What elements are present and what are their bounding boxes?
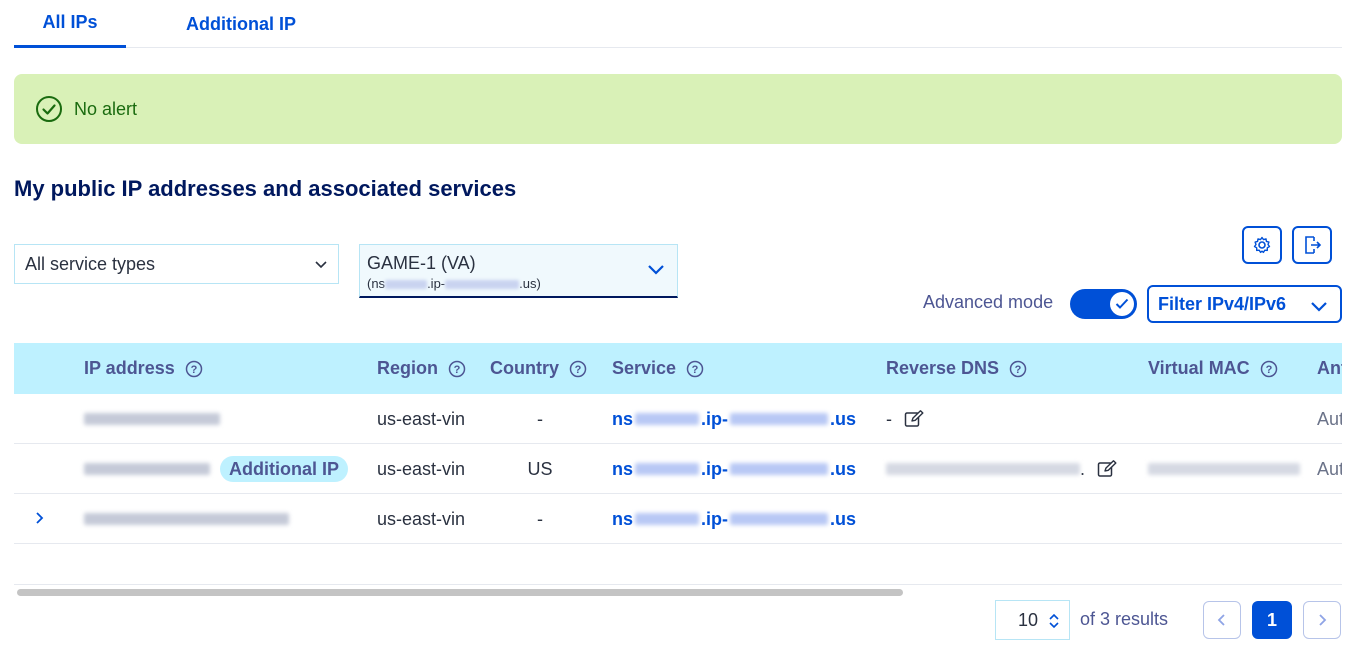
table-row: Additional IP us-east-vin US ns .ip- .us .…	[14, 444, 1342, 494]
country-cell: -	[537, 408, 543, 429]
header-region[interactable]: Region ?	[377, 343, 466, 394]
column-settings-button[interactable]	[1242, 226, 1282, 264]
region-cell: us-east-vin	[377, 458, 466, 479]
header-antiddos[interactable]: Ant	[1317, 343, 1342, 394]
help-icon[interactable]: ?	[185, 360, 203, 378]
help-icon[interactable]: ?	[1260, 360, 1278, 378]
previous-page-button[interactable]	[1203, 601, 1241, 639]
edit-icon[interactable]	[1097, 460, 1117, 478]
next-page-button[interactable]	[1303, 601, 1341, 639]
chevron-right-icon[interactable]	[32, 511, 46, 525]
svg-text:?: ?	[1015, 364, 1022, 376]
additional-ip-badge: Additional IP	[220, 456, 348, 482]
results-count: of 3 results	[1080, 609, 1169, 629]
region-cell: us-east-vin	[377, 408, 466, 429]
service-type-value: All service types	[25, 253, 156, 274]
help-icon[interactable]: ?	[569, 360, 587, 378]
page-title: My public IP addresses and associated se…	[14, 176, 517, 201]
alert-banner: No alert	[14, 74, 1342, 144]
svg-text:?: ?	[454, 364, 461, 376]
header-country[interactable]: Country ?	[490, 343, 587, 394]
antiddos-cell: Aut	[1317, 458, 1342, 479]
export-icon	[1305, 236, 1322, 254]
horizontal-scrollbar[interactable]	[14, 584, 1342, 598]
chevron-right-icon	[1319, 614, 1327, 626]
reverse-dns-cell: .	[886, 444, 1117, 494]
table-header: IP address ? Region ? Country ? Service …	[14, 343, 1342, 394]
server-select[interactable]: GAME-1 (VA) (ns .ip- .us)	[359, 244, 678, 298]
help-icon[interactable]: ?	[448, 360, 466, 378]
service-link[interactable]: ns .ip- .us	[612, 494, 856, 544]
service-link[interactable]: ns .ip- .us	[612, 394, 856, 444]
chevron-down-icon	[648, 265, 664, 275]
svg-text:?: ?	[190, 364, 197, 376]
reverse-dns-cell: -	[886, 394, 924, 444]
up-down-chevron-icon	[1049, 613, 1059, 629]
country-cell: US	[527, 458, 553, 479]
edit-icon[interactable]	[904, 410, 924, 428]
tab-all-ips[interactable]: All IPs	[14, 0, 126, 48]
svg-text:?: ?	[692, 364, 699, 376]
server-select-hostname: (ns .ip- .us)	[367, 276, 541, 291]
service-type-select[interactable]: All service types	[14, 244, 339, 284]
page-1-button[interactable]: 1	[1252, 601, 1292, 639]
tab-additional-ip[interactable]: Additional IP	[174, 0, 308, 48]
svg-text:?: ?	[1265, 364, 1272, 376]
chevron-left-icon	[1217, 614, 1225, 626]
region-cell: us-east-vin	[377, 508, 466, 529]
help-icon[interactable]: ?	[686, 360, 704, 378]
table-row: us-east-vin - ns .ip- .us	[14, 494, 1342, 544]
ip-address-cell: Additional IP	[84, 444, 348, 494]
export-button[interactable]	[1292, 226, 1332, 264]
country-cell: -	[537, 508, 543, 529]
antiddos-cell: Aut	[1317, 408, 1342, 429]
ip-address-cell	[84, 394, 220, 444]
gear-icon	[1253, 236, 1271, 254]
page-size-value: 10	[1018, 609, 1039, 630]
header-service[interactable]: Service ?	[612, 343, 704, 394]
header-virtual-mac[interactable]: Virtual MAC ?	[1148, 343, 1278, 394]
header-reverse-dns[interactable]: Reverse DNS ?	[886, 343, 1027, 394]
check-circle-icon	[36, 96, 62, 122]
header-ip-address[interactable]: IP address ?	[84, 343, 203, 394]
page-size-select[interactable]: 10	[995, 600, 1070, 640]
svg-text:?: ?	[575, 364, 582, 376]
alert-text: No alert	[74, 98, 138, 119]
chevron-down-icon	[315, 261, 327, 269]
help-icon[interactable]: ?	[1009, 360, 1027, 378]
scrollbar-thumb[interactable]	[17, 589, 903, 596]
virtual-mac-cell	[1148, 444, 1300, 494]
filter-ip-version-button[interactable]: Filter IPv4/IPv6	[1147, 285, 1342, 323]
advanced-mode-toggle[interactable]	[1070, 289, 1137, 319]
chevron-down-icon	[1311, 302, 1327, 312]
service-link[interactable]: ns .ip- .us	[612, 444, 856, 494]
server-select-value: GAME-1 (VA)	[367, 253, 476, 273]
ip-table: IP address ? Region ? Country ? Service …	[14, 343, 1342, 544]
table-row: us-east-vin - ns .ip- .us - Aut	[14, 394, 1342, 444]
check-icon	[1115, 298, 1129, 309]
ip-address-cell	[84, 494, 289, 544]
advanced-mode-label: Advanced mode	[923, 292, 1054, 312]
tab-bar: All IPs Additional IP	[14, 0, 1342, 48]
filter-ip-version-label: Filter IPv4/IPv6	[1158, 293, 1287, 314]
